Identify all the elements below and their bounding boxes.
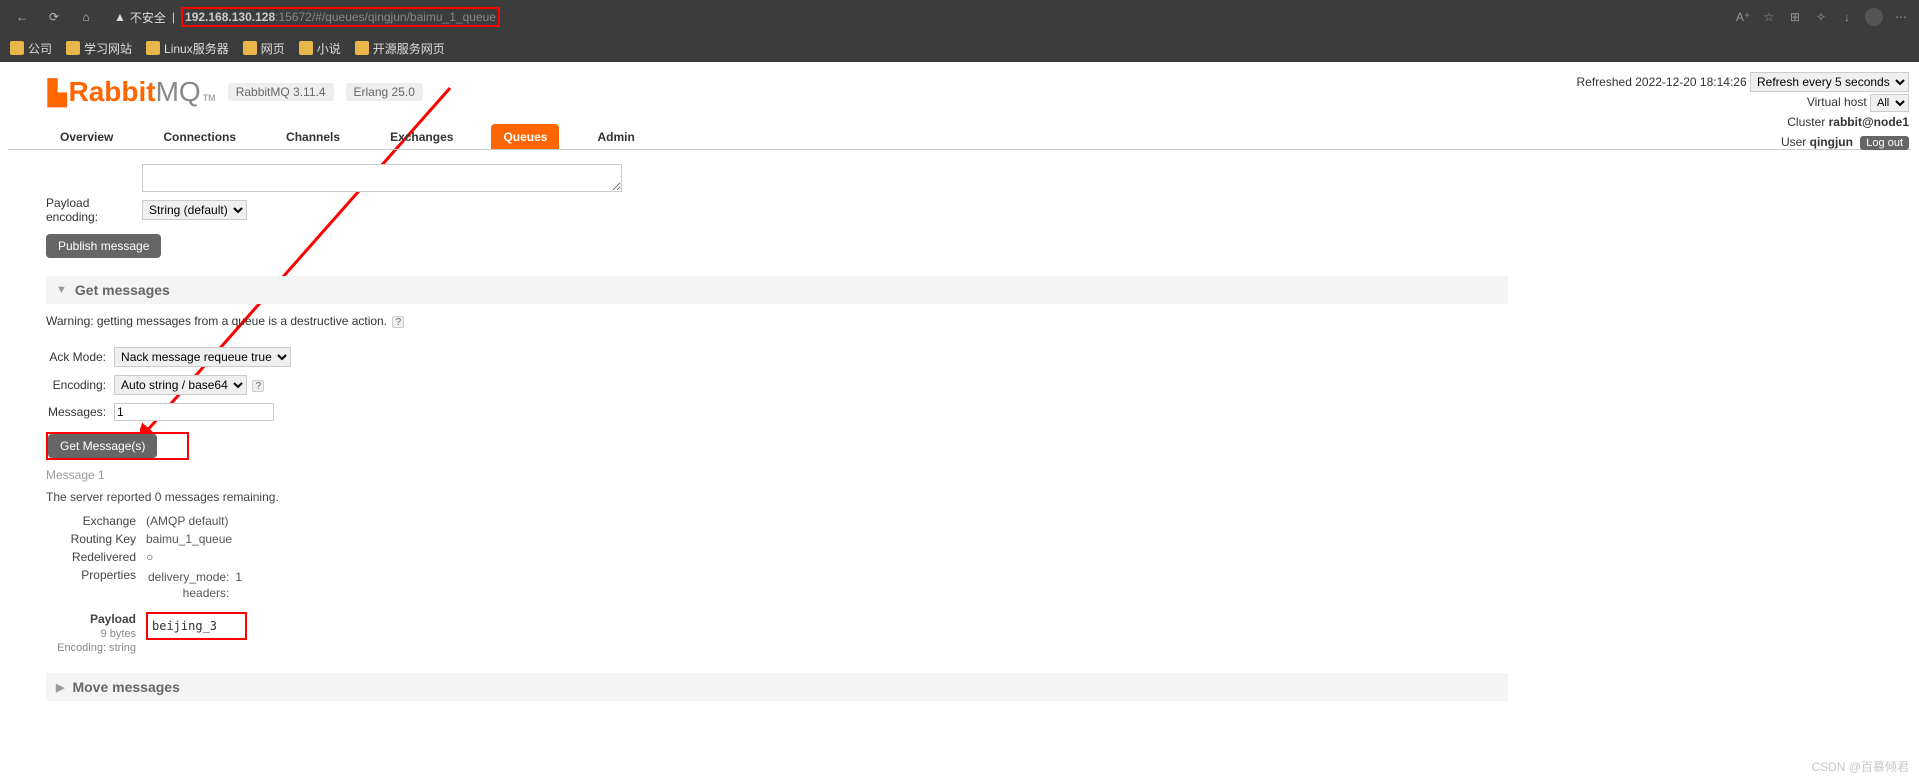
payload-encoding-label: Payload encoding:: [46, 196, 142, 224]
erlang-badge: Erlang 25.0: [346, 83, 423, 101]
folder-icon: [66, 41, 80, 55]
favorites-icon[interactable]: ✧: [1813, 9, 1829, 25]
warning-icon: ▲: [114, 10, 126, 24]
help-icon[interactable]: ?: [252, 380, 264, 392]
extensions-icon[interactable]: ⊞: [1787, 9, 1803, 25]
properties-label: Properties: [46, 568, 146, 602]
encoding-select[interactable]: Auto string / base64: [114, 375, 247, 395]
star-icon[interactable]: ☆: [1761, 9, 1777, 25]
watermark: CSDN @百慕倾君: [1811, 758, 1909, 775]
logout-button[interactable]: Log out: [1860, 136, 1909, 150]
page-body: Refreshed 2022-12-20 18:14:26 Refresh ev…: [0, 62, 1919, 741]
messages-label: Messages:: [48, 400, 112, 424]
version-badge: RabbitMQ 3.11.4: [228, 83, 334, 101]
messages-input[interactable]: [114, 403, 274, 421]
page-header: ▙ RabbitMQ TM RabbitMQ 3.11.4 Erlang 25.…: [8, 62, 1911, 114]
user-label: User: [1781, 135, 1806, 149]
folder-icon: [355, 41, 369, 55]
browser-toolbar: ← ⟳ ⌂ ▲ 不安全 | 192.168.130.128:15672/#/qu…: [0, 0, 1919, 34]
payload-bytes: 9 bytes: [101, 628, 136, 640]
tab-exchanges[interactable]: Exchanges: [378, 124, 465, 149]
destructive-warning: Warning: getting messages from a queue i…: [46, 314, 1508, 328]
redelivered-label: Redelivered: [46, 550, 146, 564]
profile-avatar-icon[interactable]: [1865, 8, 1883, 26]
section-get-messages[interactable]: ▼ Get messages: [46, 276, 1508, 304]
encoding-label: Encoding:: [48, 372, 112, 398]
ack-mode-label: Ack Mode:: [48, 344, 112, 370]
bookmark-item[interactable]: 公司: [10, 40, 52, 57]
folder-icon: [10, 41, 24, 55]
nav-refresh-icon[interactable]: ⟳: [42, 5, 66, 29]
menu-icon[interactable]: ⋯: [1893, 9, 1909, 25]
rabbitmq-logo: ▙ RabbitMQ TM: [48, 76, 216, 108]
insecure-label: ▲ 不安全: [114, 9, 166, 26]
redelivered-value: ○: [146, 550, 366, 564]
payload-value: beijing_3: [152, 619, 217, 633]
get-messages-button[interactable]: Get Message(s): [48, 434, 157, 458]
folder-icon: [243, 41, 257, 55]
payload-encoding-label: Encoding: string: [57, 642, 136, 654]
bookmark-item[interactable]: Linux服务器: [146, 40, 229, 57]
user-value: qingjun: [1810, 135, 1853, 149]
headers-label: headers:: [148, 586, 233, 600]
exchange-value: (AMQP default): [146, 514, 366, 528]
rabbit-logo-icon: ▙: [48, 79, 66, 108]
browser-chrome: ← ⟳ ⌂ ▲ 不安全 | 192.168.130.128:15672/#/qu…: [0, 0, 1919, 62]
folder-icon: [299, 41, 313, 55]
tab-overview[interactable]: Overview: [48, 124, 125, 149]
payload-highlight-box: beijing_3: [146, 612, 247, 640]
publish-message-button[interactable]: Publish message: [46, 234, 161, 258]
bookmark-item[interactable]: 网页: [243, 40, 285, 57]
url-highlight-box: 192.168.130.128:15672/#/queues/qingjun/b…: [181, 7, 500, 27]
reader-icon[interactable]: A⁺: [1735, 9, 1751, 25]
folder-icon: [146, 41, 160, 55]
main-content: Payload encoding: String (default) Publi…: [8, 150, 1508, 701]
tab-connections[interactable]: Connections: [151, 124, 248, 149]
chevron-down-icon: ▼: [56, 284, 67, 296]
section-move-messages[interactable]: ▶ Move messages: [46, 673, 1508, 701]
browser-right-controls: A⁺ ☆ ⊞ ✧ ↓ ⋯: [1735, 8, 1909, 26]
bookmark-item[interactable]: 学习网站: [66, 40, 132, 57]
exchange-label: Exchange: [46, 514, 146, 528]
tab-queues[interactable]: Queues: [491, 124, 559, 149]
cluster-value: rabbit@node1: [1829, 115, 1909, 129]
payload-row: Payload 9 bytes Encoding: string beijing…: [46, 612, 1508, 655]
payload-textarea[interactable]: [142, 164, 622, 192]
message-n-label: Message 1: [46, 468, 1508, 482]
get-message-highlight-box: Get Message(s): [46, 432, 189, 460]
url-bar[interactable]: ▲ 不安全 | 192.168.130.128:15672/#/queues/q…: [106, 4, 1727, 30]
delivery-mode-label: delivery_mode:: [148, 570, 233, 584]
message-details: Exchange (AMQP default) Routing Key baim…: [46, 514, 366, 602]
cluster-label: Cluster: [1787, 115, 1825, 129]
get-messages-form: Ack Mode: Nack message requeue true Enco…: [46, 342, 299, 426]
routing-key-value: baimu_1_queue: [146, 532, 366, 546]
payload-label: Payload: [90, 612, 136, 626]
routing-key-label: Routing Key: [46, 532, 146, 546]
tab-channels[interactable]: Channels: [274, 124, 352, 149]
download-icon[interactable]: ↓: [1839, 9, 1855, 25]
remaining-label: The server reported 0 messages remaining…: [46, 490, 1508, 504]
chevron-right-icon: ▶: [56, 681, 64, 694]
bookmarks-bar: 公司 学习网站 Linux服务器 网页 小说 开源服务网页: [0, 34, 1919, 62]
tab-admin[interactable]: Admin: [585, 124, 646, 149]
bookmark-item[interactable]: 开源服务网页: [355, 40, 445, 57]
properties-table: delivery_mode: 1 headers:: [146, 568, 244, 602]
bookmark-item[interactable]: 小说: [299, 40, 341, 57]
nav-back-icon[interactable]: ←: [10, 5, 34, 29]
nav-home-icon[interactable]: ⌂: [74, 5, 98, 29]
delivery-mode-value: 1: [235, 570, 242, 584]
help-icon[interactable]: ?: [392, 316, 404, 328]
ack-mode-select[interactable]: Nack message requeue true: [114, 347, 291, 367]
payload-encoding-select[interactable]: String (default): [142, 200, 247, 220]
